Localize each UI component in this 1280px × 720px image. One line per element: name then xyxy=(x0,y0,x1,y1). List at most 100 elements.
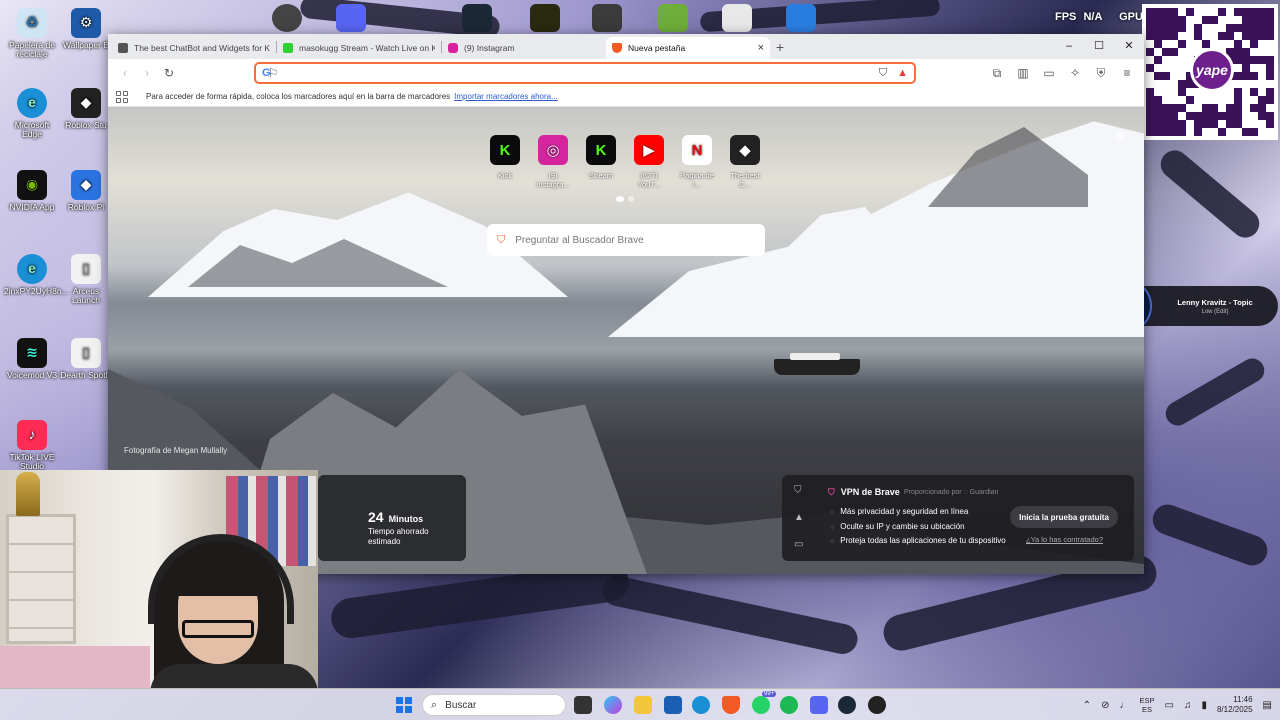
top-site-youtube[interactable]: ▶ (627) YouT... xyxy=(629,135,669,189)
desktop-icon-tiktok-live[interactable]: ♪ TikTok LIVE Studio xyxy=(4,420,60,472)
brave-shields-icon[interactable]: ⛉ xyxy=(879,67,887,80)
top-site-chatbot[interactable]: ◆ The best C... xyxy=(725,135,765,189)
apps-grid-icon[interactable] xyxy=(116,90,128,103)
taskbar-search[interactable]: ⌕ Buscar xyxy=(422,694,566,716)
maximize-button[interactable]: ☐ xyxy=(1084,34,1114,59)
spotify-icon[interactable] xyxy=(780,696,798,714)
forward-icon[interactable]: › xyxy=(136,62,158,84)
edge-shortcut-icon: e xyxy=(17,254,47,284)
roblox-studio-icon: ◆ xyxy=(71,88,101,118)
obs-taskbar-icon[interactable] xyxy=(868,696,886,714)
brave-search-box[interactable]: ⛉ Preguntar al Buscador Brave xyxy=(487,224,765,256)
import-bookmarks-link[interactable]: Importar marcadores ahora... xyxy=(454,92,558,101)
keyboard-layout: ES xyxy=(1141,705,1152,714)
photo-credit[interactable]: Fotografía de Megan Mullally xyxy=(124,446,227,455)
menu-icon[interactable]: ≡ xyxy=(1116,62,1138,84)
youtube-icon: ▶ xyxy=(634,135,664,165)
microsoft-store-icon[interactable] xyxy=(664,696,682,714)
discord-taskbar-icon[interactable] xyxy=(810,696,828,714)
tab-kick-stream[interactable]: masokugg Stream - Watch Live on Ki... xyxy=(277,37,441,59)
minimize-button[interactable]: – xyxy=(1054,34,1084,59)
address-input[interactable] xyxy=(276,67,873,79)
task-view-icon[interactable] xyxy=(574,696,592,714)
crab-game-icon[interactable] xyxy=(592,4,622,32)
top-sites-pager[interactable] xyxy=(616,196,634,202)
time-saved-description: Tiempo ahorrado estimado xyxy=(368,527,429,547)
new-tab-button[interactable]: + xyxy=(770,39,790,55)
tab-instagram[interactable]: (9) Instagram xyxy=(442,37,606,59)
desktop-icon-roblox-player[interactable]: ◆ Roblox Pl xyxy=(58,170,114,212)
network-off-icon[interactable]: ⊘ xyxy=(1101,700,1109,711)
game-icon[interactable] xyxy=(722,4,752,32)
chevron-up-icon[interactable]: ⌃ xyxy=(1083,700,1091,711)
game-icon[interactable] xyxy=(530,4,560,32)
battery-icon[interactable]: ▮ xyxy=(1201,700,1207,711)
start-button-icon[interactable] xyxy=(396,697,412,713)
tab-chatbot[interactable]: The best ChatBot and Widgets for Ki... xyxy=(112,37,276,59)
notification-icon[interactable]: ▤ xyxy=(1263,700,1272,711)
start-free-trial-button[interactable]: Inicia la prueba gratuita xyxy=(1010,506,1118,528)
desktop-icon-roblox-studio[interactable]: ◆ Roblox Stu xyxy=(58,88,114,130)
reload-icon[interactable]: ↻ xyxy=(158,62,180,84)
window-controls: – ☐ ✕ xyxy=(1054,34,1144,59)
desktop-icon-voicemod[interactable]: ≋ Voicemod V3 xyxy=(4,338,60,380)
top-site-kick[interactable]: K Kick xyxy=(485,135,525,189)
clock[interactable]: 11:46 8/12/2025 xyxy=(1217,695,1253,716)
minecraft-icon[interactable] xyxy=(658,4,688,32)
address-bar[interactable]: G ⛉ ▲ xyxy=(254,62,916,84)
desktop-icon-label: Roblox Stu xyxy=(65,120,107,130)
kick-favicon-icon xyxy=(283,43,293,53)
desktop-icon-arceus[interactable]: ▯ Arceus Launch xyxy=(58,254,114,306)
settings-gear-icon[interactable]: ⚙ xyxy=(1114,129,1126,145)
desktop-icon-recycle-bin[interactable]: ♻ Papelera de reciclaje xyxy=(4,8,60,60)
browser-toolbar: ‹ › ↻ ⚐ G ⛉ ▲ ⧉ ▥ ▭ ✧ ⛨ ≡ xyxy=(108,59,1144,87)
top-site-netflix[interactable]: N Página de i... xyxy=(677,135,717,189)
desktop-icon-nvidia[interactable]: ◉ NVIDIA App xyxy=(4,170,60,212)
microphone-icon[interactable]: ♩ xyxy=(1119,700,1129,711)
desktop-icon-label: Roblox Pl xyxy=(67,202,105,212)
talk-tab-icon[interactable]: ▭ xyxy=(794,539,804,550)
discord-icon[interactable] xyxy=(336,4,366,32)
vpn-tab-icon[interactable]: ⛉ xyxy=(794,485,804,496)
extensions-icon[interactable]: ✧ xyxy=(1064,62,1086,84)
edge-icon: e xyxy=(17,88,47,118)
bookmark-icon[interactable]: ⚐ xyxy=(262,62,284,84)
sidebar-icon[interactable]: ▥ xyxy=(1012,62,1034,84)
top-site-stream[interactable]: K Stream xyxy=(581,135,621,189)
yape-qr-code: yape xyxy=(1142,4,1278,140)
language-indicator[interactable]: ESP ES xyxy=(1139,696,1154,714)
close-window-button[interactable]: ✕ xyxy=(1114,34,1144,59)
roblox-player-icon: ◆ xyxy=(71,170,101,200)
file-explorer-icon[interactable] xyxy=(634,696,652,714)
edge-taskbar-icon[interactable] xyxy=(692,696,710,714)
time-saved-unit: Minutos xyxy=(388,514,424,524)
vpn-icon[interactable]: ⛨ xyxy=(1090,62,1112,84)
windows-taskbar: ⌕ Buscar 99+ ⌃ ⊘ ♩ ESP ES ▭ ♫ ▮ 11:46 8/… xyxy=(0,688,1280,720)
already-purchased-link[interactable]: ¿Ya lo has contratado? xyxy=(1026,535,1103,544)
brave-rewards-icon[interactable]: ▲ xyxy=(897,67,908,79)
monitor-icon[interactable]: ▭ xyxy=(1164,700,1173,711)
desktop-icon-label: Wallpaper E xyxy=(63,40,109,50)
rewards-tab-icon[interactable]: ▲ xyxy=(794,512,804,523)
desktop-icon-dearth[interactable]: ▯ Dearth Spotly xyxy=(58,338,114,380)
steam-icon[interactable] xyxy=(462,4,492,32)
tab-new-tab[interactable]: Nueva pestaña × xyxy=(606,37,770,59)
brave-lion-icon: ⛉ xyxy=(497,233,506,246)
brave-taskbar-icon[interactable] xyxy=(722,696,740,714)
obs-icon[interactable] xyxy=(272,4,302,32)
back-icon[interactable]: ‹ xyxy=(114,62,136,84)
desktop-icon-shortcut[interactable]: e 2inxPY2UyH8n... xyxy=(4,254,69,296)
copilot-icon[interactable] xyxy=(604,696,622,714)
fps-label: FPS xyxy=(1055,11,1077,23)
leo-icon[interactable]: ⧉ xyxy=(986,62,1008,84)
yape-logo: yape xyxy=(1190,48,1234,92)
steam-taskbar-icon[interactable] xyxy=(838,696,856,714)
wallet-icon[interactable]: ▭ xyxy=(1038,62,1060,84)
close-tab-icon[interactable]: × xyxy=(758,42,764,54)
volume-icon[interactable]: ♫ xyxy=(1184,700,1192,711)
fall-guys-icon[interactable] xyxy=(786,4,816,32)
desktop-icon-edge[interactable]: e Microsoft Edge xyxy=(4,88,60,140)
whatsapp-icon[interactable]: 99+ xyxy=(752,691,777,714)
desktop-icon-wallpaper-engine[interactable]: ⚙ Wallpaper E xyxy=(58,8,114,50)
top-site-instagram[interactable]: ◎ (9) Instagra... xyxy=(533,135,573,189)
